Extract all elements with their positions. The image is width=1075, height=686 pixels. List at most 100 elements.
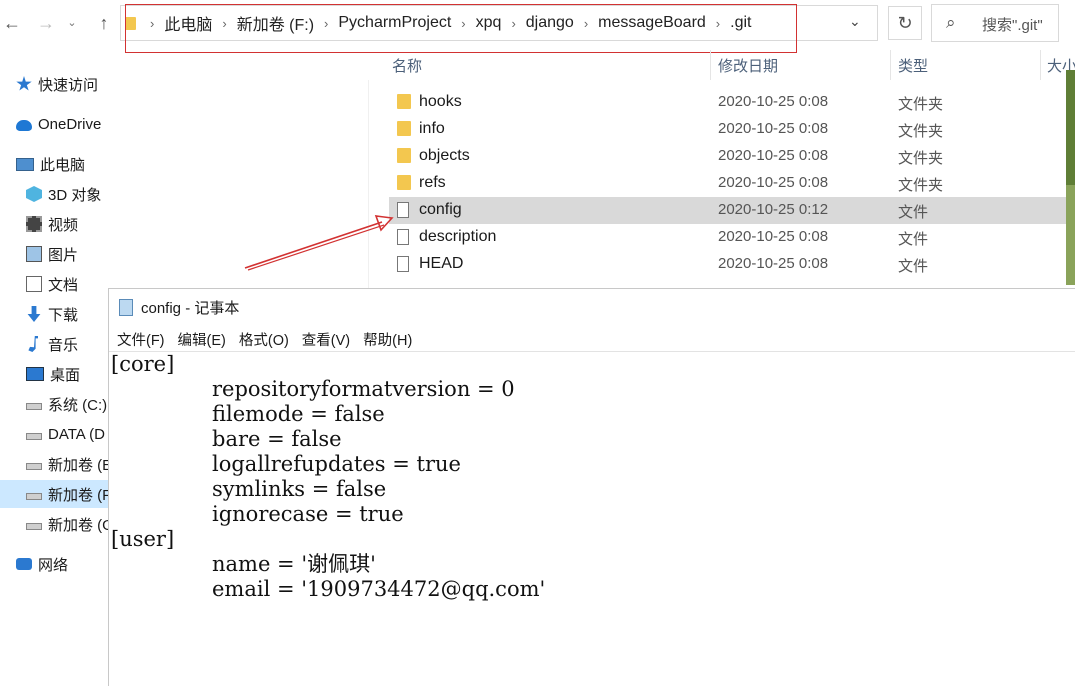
file-row[interactable]: description 2020-10-25 0:08 文件 (389, 224, 1066, 251)
up-arrow-icon[interactable]: ↑ (92, 10, 116, 36)
sidebar-item[interactable]: 视频 (0, 210, 110, 238)
search-icon: ⌕ (946, 13, 956, 32)
notepad-window: config - 记事本 文件(F) 编辑(E) 格式(O) 查看(V) 帮助(H) [… (108, 288, 1075, 686)
file-type: 文件夹 (898, 150, 944, 167)
drive-icon (26, 523, 42, 530)
folder-icon (397, 94, 411, 109)
sidebar-item-label: 文档 (48, 276, 79, 294)
background-window-edge (1066, 70, 1075, 185)
file-type: 文件 (898, 204, 929, 221)
column-divider[interactable] (710, 50, 711, 80)
file-name: objects (419, 147, 470, 164)
file-name: hooks (419, 93, 462, 110)
pc-icon (16, 157, 34, 171)
annotation-arrow (244, 215, 394, 271)
forward-arrow-icon[interactable]: → (34, 10, 58, 36)
sidebar-item[interactable]: DATA (D (0, 420, 110, 448)
folder-icon (397, 148, 411, 163)
file-type: 文件 (898, 231, 929, 248)
file-name: description (419, 228, 497, 245)
refresh-icon[interactable]: ↻ (888, 6, 922, 40)
file-row[interactable]: refs 2020-10-25 0:08 文件夹 (389, 170, 1066, 197)
sidebar-item[interactable]: 桌面 (0, 360, 110, 388)
search-input[interactable]: 搜索".git" (982, 14, 1043, 35)
sidebar-item-label: 新加卷 (E (48, 456, 110, 474)
file-modified-date: 2020-10-25 0:08 (718, 147, 829, 164)
sidebar-item-label: 桌面 (50, 366, 81, 384)
file-name: config (419, 201, 462, 218)
sidebar-item[interactable]: 下载 (0, 300, 110, 328)
notepad-text-line: ignorecase = true (212, 502, 404, 526)
sidebar-item-label: DATA (D (48, 425, 105, 443)
notepad-title-bar: config - 记事本 (119, 297, 239, 318)
back-arrow-icon[interactable]: ← (0, 10, 24, 36)
column-header-date[interactable]: 修改日期 (718, 55, 778, 77)
file-row[interactable]: info 2020-10-25 0:08 文件夹 (389, 116, 1066, 143)
sidebar-item[interactable]: 新加卷 (E (0, 450, 110, 478)
sidebar-item-label: 3D 对象 (48, 186, 102, 204)
notepad-menu-item[interactable]: 查看(V) (302, 329, 350, 350)
notepad-text-line: email = '1909734472@qq.com' (212, 577, 546, 601)
notepad-menu-bar: 文件(F) 编辑(E) 格式(O) 查看(V) 帮助(H) (117, 329, 425, 350)
file-name: HEAD (419, 255, 464, 272)
notepad-menu-item[interactable]: 帮助(H) (363, 329, 412, 350)
sidebar-item-label: 此电脑 (40, 156, 86, 174)
address-dropdown-icon[interactable]: ⌄ (849, 13, 861, 30)
file-modified-date: 2020-10-25 0:08 (718, 255, 829, 272)
notepad-menu-item[interactable]: 编辑(E) (178, 329, 226, 350)
file-type: 文件夹 (898, 177, 944, 194)
address-highlight-box (125, 4, 797, 53)
download-icon (27, 306, 41, 322)
notepad-text-line: filemode = false (212, 402, 385, 426)
column-header-type[interactable]: 类型 (898, 55, 928, 77)
sidebar-item[interactable]: 音乐 (0, 330, 110, 358)
file-row[interactable]: HEAD 2020-10-25 0:08 文件 (389, 251, 1066, 278)
sidebar-item[interactable]: 此电脑 (0, 150, 110, 178)
notepad-text-area[interactable]: [core] repositoryformatversion = 0 filemod… (111, 352, 545, 602)
drive-icon (26, 433, 42, 440)
notepad-menu-item[interactable]: 文件(F) (117, 329, 165, 350)
notepad-text-line: name = '谢佩琪' (212, 552, 376, 576)
sidebar-item-label: OneDrive (38, 115, 102, 133)
drive-icon (26, 493, 42, 500)
column-divider[interactable] (1040, 50, 1041, 80)
file-modified-date: 2020-10-25 0:08 (718, 120, 829, 137)
sidebar-item[interactable]: 文档 (0, 270, 110, 298)
column-divider[interactable] (890, 50, 891, 80)
sidebar-item-label: 网络 (38, 556, 69, 574)
sidebar-item[interactable]: 快速访问 (0, 70, 110, 98)
cube-icon (26, 186, 42, 202)
notepad-icon (119, 299, 133, 316)
notepad-text-line: repositoryformatversion = 0 (212, 377, 515, 401)
notepad-text-line: logallrefupdates = true (212, 452, 461, 476)
folder-icon (397, 121, 411, 136)
file-modified-date: 2020-10-25 0:08 (718, 228, 829, 245)
file-modified-date: 2020-10-25 0:08 (718, 93, 829, 110)
sidebar-item[interactable]: 新加卷 (F (0, 480, 110, 508)
sidebar-item[interactable]: 图片 (0, 240, 110, 268)
sidebar-item[interactable]: 3D 对象 (0, 180, 110, 208)
file-row[interactable]: config 2020-10-25 0:12 文件 (389, 197, 1066, 224)
file-row[interactable]: objects 2020-10-25 0:08 文件夹 (389, 143, 1066, 170)
star-icon (16, 76, 32, 91)
file-modified-date: 2020-10-25 0:12 (718, 201, 829, 218)
drive-icon (26, 403, 42, 410)
sidebar-item[interactable]: 系统 (C:) (0, 390, 110, 418)
sidebar-item[interactable]: 新加卷 (G (0, 510, 110, 538)
document-icon (26, 276, 42, 292)
notepad-menu-item[interactable]: 格式(O) (239, 329, 289, 350)
desktop-icon (26, 367, 44, 381)
column-header-name[interactable]: 名称 (392, 55, 422, 77)
sidebar-item-label: 新加卷 (G (48, 516, 110, 534)
file-row[interactable]: hooks 2020-10-25 0:08 文件夹 (389, 89, 1066, 116)
search-box[interactable]: ⌕ 搜索".git" (931, 4, 1059, 42)
sidebar-item-label: 下载 (48, 306, 79, 324)
picture-icon (26, 246, 42, 262)
notepad-text-line: bare = false (212, 427, 342, 451)
sidebar-item[interactable]: 网络 (0, 550, 110, 578)
music-icon (28, 336, 38, 352)
recent-locations-chevron-icon[interactable]: ⌄ (60, 10, 84, 36)
sidebar-item-label: 新加卷 (F (48, 486, 110, 504)
file-type: 文件夹 (898, 123, 944, 140)
sidebar-item[interactable]: OneDrive (0, 110, 110, 138)
